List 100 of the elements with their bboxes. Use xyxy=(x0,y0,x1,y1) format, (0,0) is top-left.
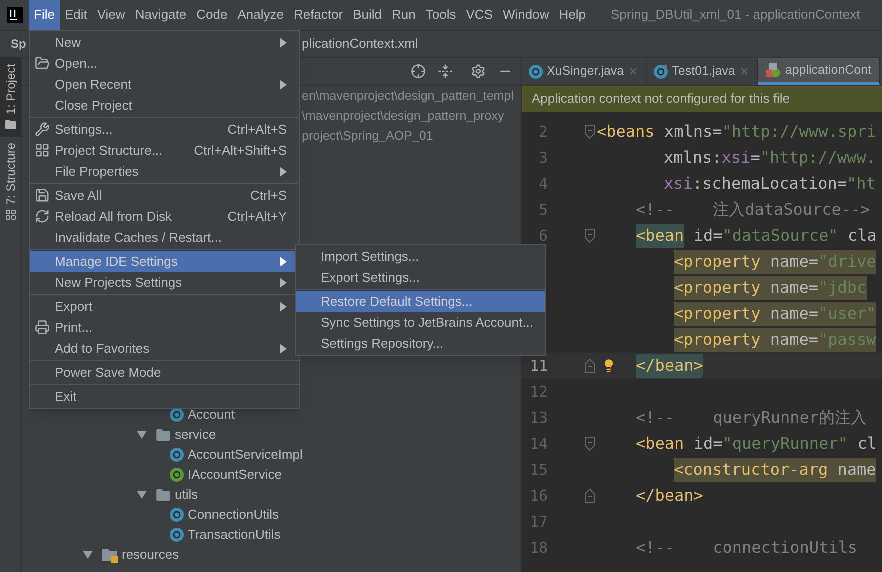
code-token: name= xyxy=(769,303,818,325)
menu-item[interactable]: New xyxy=(30,32,299,53)
code-token: <!-- queryRunner的注入 xyxy=(636,407,868,429)
code-token: <property xyxy=(674,329,761,351)
menu-bar-item[interactable]: Tools xyxy=(420,0,462,30)
tree-item[interactable]: TransactionUtils xyxy=(188,525,281,545)
menu-item[interactable]: Open... xyxy=(30,53,299,74)
code-token: <beans xyxy=(597,121,655,143)
class-icon xyxy=(170,528,184,542)
menu-item[interactable]: New Projects Settings xyxy=(30,272,299,293)
close-icon[interactable] xyxy=(739,66,750,77)
menu-item[interactable]: File Properties xyxy=(30,161,299,182)
code-token: xmlns: xyxy=(664,147,722,169)
menu-bar-item[interactable]: Code xyxy=(192,0,233,30)
tool-window-tab[interactable]: 7: Structure xyxy=(0,136,21,227)
locate-icon[interactable] xyxy=(411,64,426,79)
tree-item[interactable]: Account xyxy=(188,405,235,425)
menu-item[interactable]: Import Settings... xyxy=(296,246,545,267)
fold-end-icon[interactable] xyxy=(585,489,595,503)
editor-tab[interactable]: XuSinger.java xyxy=(522,58,648,85)
collapse-all-icon[interactable] xyxy=(438,64,453,79)
fold-end-icon[interactable] xyxy=(585,359,595,373)
project-path: project\Spring_AOP_01 xyxy=(302,128,434,145)
menu-item[interactable]: Project Structure... Ctrl+Alt+Shift+S xyxy=(30,140,299,161)
menu-item[interactable]: Settings... Ctrl+Alt+S xyxy=(30,119,299,140)
window-title: Spring_DBUtil_xml_01 - applicationContext xyxy=(610,6,860,24)
fold-icon[interactable] xyxy=(585,229,595,243)
menu-item[interactable]: Sync Settings to JetBrains Account... xyxy=(296,312,545,333)
menu-item[interactable]: Reload All from Disk Ctrl+Alt+Y xyxy=(30,206,299,227)
menu-bar-item[interactable]: Run xyxy=(387,0,421,30)
menu-bar-item[interactable]: Help xyxy=(554,0,591,30)
menu-item[interactable]: Settings Repository... xyxy=(296,333,545,354)
tree-item[interactable]: ConnectionUtils xyxy=(188,505,280,525)
code-token: xsi xyxy=(664,173,693,195)
line-number: 13 xyxy=(528,408,548,429)
menu-item[interactable]: Add to Favorites xyxy=(30,338,299,359)
menu-item[interactable]: Exit xyxy=(30,386,299,407)
line-number: 2 xyxy=(538,122,548,143)
menu-bar-item[interactable]: Edit xyxy=(60,0,92,30)
code-token: </bean> xyxy=(636,485,704,507)
menu-item[interactable]: Close Project xyxy=(30,95,299,116)
code-token: "http://www. xyxy=(760,147,876,169)
menu-item[interactable]: Print... xyxy=(30,317,299,338)
breadcrumb-item[interactable]: plicationContext.xml xyxy=(302,34,418,54)
menu-bar-item[interactable]: Navigate xyxy=(130,0,192,30)
line-number: 5 xyxy=(538,200,548,221)
tree-item[interactable]: utils xyxy=(175,485,198,505)
settings-icon[interactable] xyxy=(471,64,486,79)
app-logo-icon xyxy=(7,7,23,23)
expanded-arrow-icon[interactable] xyxy=(137,431,147,439)
folder-icon xyxy=(156,428,171,442)
editor-tab[interactable]: applicationCont xyxy=(758,58,880,85)
menu-bar-item[interactable]: Refactor xyxy=(288,0,348,30)
code-token: xsi xyxy=(722,147,751,169)
tree-item[interactable]: service xyxy=(175,425,216,445)
code-token: </bean> xyxy=(636,354,704,378)
folder-icon xyxy=(4,118,16,131)
line-number: 12 xyxy=(528,382,548,403)
tree-item[interactable]: resources xyxy=(122,545,180,565)
tree-item[interactable]: AccountServiceImpl xyxy=(188,445,303,465)
wrench-icon xyxy=(35,122,50,137)
line-number: 4 xyxy=(538,174,548,195)
notification-banner: Application context not configured for this file xyxy=(522,86,882,112)
project-path: en\mavenproject\design_patten_templ xyxy=(302,88,514,105)
tree-item[interactable]: IAccountService xyxy=(188,465,282,485)
tool-window-tab[interactable]: 1: Project xyxy=(0,58,21,137)
grid-icon xyxy=(35,143,50,158)
code-token: "http://www.spri xyxy=(722,121,876,143)
menu-item[interactable]: Open Recent xyxy=(30,74,299,95)
menu-item[interactable]: Invalidate Caches / Restart... xyxy=(30,227,299,248)
line-number: 15 xyxy=(528,460,548,481)
shortcut-label: Ctrl+S xyxy=(250,186,287,205)
code-token: <bean xyxy=(636,433,684,455)
expanded-arrow-icon[interactable] xyxy=(83,551,93,559)
expanded-arrow-icon[interactable] xyxy=(137,491,147,499)
fold-icon[interactable] xyxy=(585,437,595,451)
code-token: id= xyxy=(692,225,723,247)
menu-bar-item[interactable]: VCS xyxy=(461,0,498,30)
folder-icon xyxy=(156,488,171,502)
menu-item[interactable]: Save All Ctrl+S xyxy=(30,185,299,206)
menu-item[interactable]: Export xyxy=(30,296,299,317)
line-number: 6 xyxy=(538,226,548,247)
close-icon[interactable] xyxy=(628,66,640,77)
menu-bar-item[interactable]: File xyxy=(29,0,60,30)
code-token: :schemaLocation= xyxy=(692,173,848,195)
fold-icon[interactable] xyxy=(585,125,595,139)
menu-bar-item[interactable]: Analyze xyxy=(232,0,289,30)
menu-item[interactable]: Restore Default Settings... xyxy=(296,291,545,312)
menu-item[interactable]: Export Settings... xyxy=(296,267,545,288)
code-token: <property xyxy=(674,303,761,325)
code-token: xmlns= xyxy=(663,121,722,143)
menu-bar-item[interactable]: Window xyxy=(498,0,554,30)
breadcrumb-item[interactable]: Sp xyxy=(11,35,26,53)
code-token: <!-- 注入dataSource--> xyxy=(636,199,870,221)
code-token: <bean xyxy=(636,224,684,248)
bulb-icon[interactable] xyxy=(602,358,616,374)
menu-bar-item[interactable]: Build xyxy=(348,0,388,30)
menu-bar-item[interactable]: View xyxy=(92,0,130,30)
menu-item[interactable]: Power Save Mode xyxy=(30,362,299,383)
line-number: 17 xyxy=(528,512,548,533)
